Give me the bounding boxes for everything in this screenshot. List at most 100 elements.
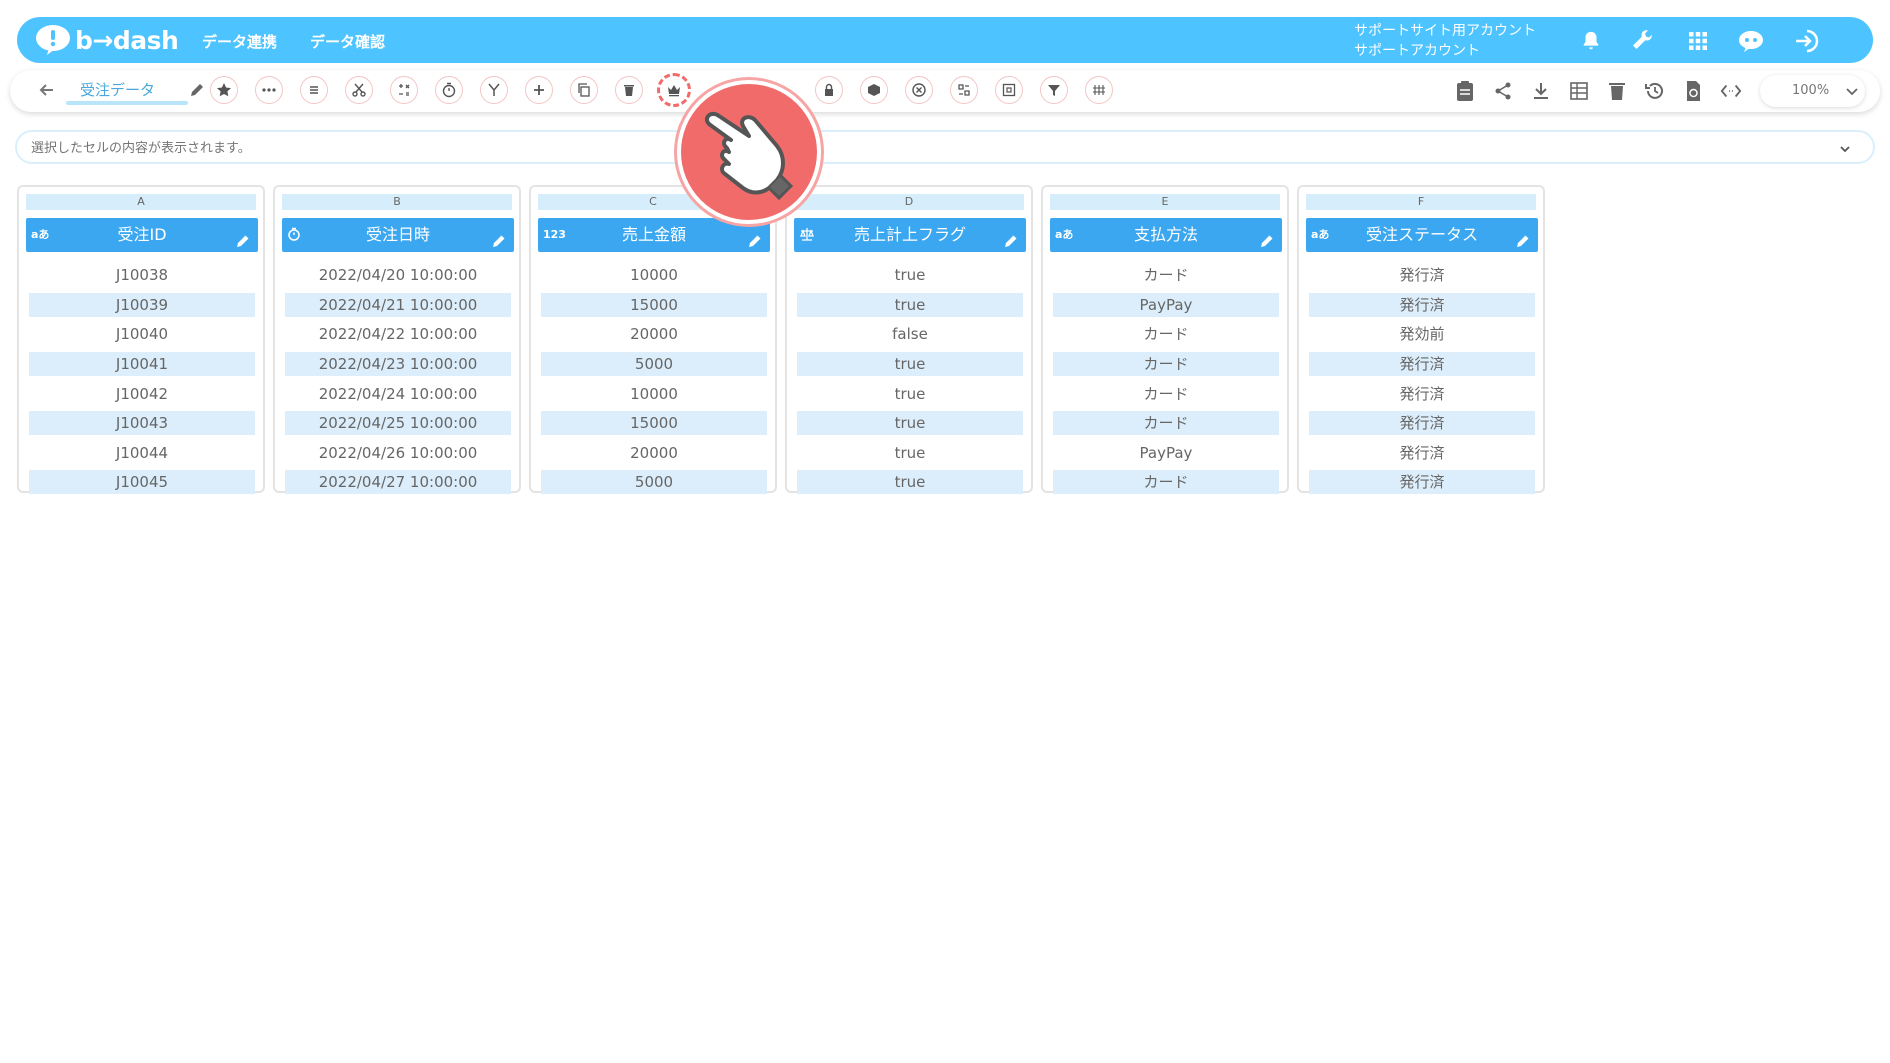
table-cell[interactable]: 2022/04/22 10:00:00 — [285, 322, 511, 346]
edit-column-icon[interactable] — [1515, 227, 1531, 247]
table-cell[interactable]: true — [797, 441, 1023, 465]
edit-column-icon[interactable] — [1003, 227, 1019, 247]
column-letter[interactable]: F — [1306, 194, 1536, 210]
apps-grid-icon[interactable] — [1684, 27, 1712, 55]
table-cell[interactable]: 発行済 — [1309, 263, 1535, 287]
table-icon[interactable] — [1568, 80, 1590, 102]
table-cell[interactable]: true — [797, 263, 1023, 287]
column-header[interactable]: 売上計上フラグ — [794, 218, 1026, 252]
table-cell[interactable]: 2022/04/25 10:00:00 — [285, 411, 511, 435]
table-cell[interactable]: 発行済 — [1309, 441, 1535, 465]
table-cell[interactable]: 2022/04/26 10:00:00 — [285, 441, 511, 465]
column-letter[interactable]: A — [26, 194, 256, 210]
table-cell[interactable]: true — [797, 352, 1023, 376]
chevron-down-icon[interactable] — [1837, 141, 1853, 157]
table-cell[interactable]: 2022/04/21 10:00:00 — [285, 293, 511, 317]
table-cell[interactable]: 15000 — [541, 411, 767, 435]
table-cell[interactable]: true — [797, 293, 1023, 317]
edit-column-icon[interactable] — [747, 227, 763, 247]
filter-icon[interactable] — [1040, 76, 1068, 104]
table-cell[interactable]: 2022/04/27 10:00:00 — [285, 470, 511, 494]
list-icon[interactable] — [300, 76, 328, 104]
logo[interactable]: b→dash — [35, 22, 179, 58]
back-arrow-icon[interactable] — [37, 80, 57, 100]
wrench-icon[interactable] — [1629, 27, 1657, 55]
table-cell[interactable]: PayPay — [1053, 441, 1279, 465]
table-cell[interactable]: 2022/04/24 10:00:00 — [285, 382, 511, 406]
lock-icon[interactable] — [815, 76, 843, 104]
table-cell[interactable]: true — [797, 411, 1023, 435]
table-cell[interactable]: カード — [1053, 382, 1279, 406]
table-cell[interactable]: 発行済 — [1309, 382, 1535, 406]
download-icon[interactable] — [1530, 80, 1552, 102]
history-icon[interactable] — [1644, 80, 1666, 102]
table-cell[interactable]: 20000 — [541, 322, 767, 346]
column-letter[interactable]: B — [282, 194, 512, 210]
table-cell[interactable]: 発効前 — [1309, 322, 1535, 346]
table-cell[interactable]: 20000 — [541, 441, 767, 465]
column-letter[interactable]: D — [794, 194, 1024, 210]
table-cell[interactable]: J10042 — [29, 382, 255, 406]
table-cell[interactable]: カード — [1053, 263, 1279, 287]
table-cell[interactable]: 10000 — [541, 263, 767, 287]
grid-icon[interactable] — [1085, 76, 1113, 104]
table-cell[interactable]: 15000 — [541, 293, 767, 317]
timer-icon[interactable] — [435, 76, 463, 104]
share-icon[interactable] — [1492, 80, 1514, 102]
edit-column-icon[interactable] — [491, 227, 507, 247]
table-cell[interactable]: J10041 — [29, 352, 255, 376]
data-title[interactable]: 受注データ — [80, 79, 155, 100]
table-cell[interactable]: 発行済 — [1309, 293, 1535, 317]
table-cell[interactable]: J10044 — [29, 441, 255, 465]
table-cell[interactable]: カード — [1053, 470, 1279, 494]
table-cell[interactable]: カード — [1053, 322, 1279, 346]
table-cell[interactable]: false — [797, 322, 1023, 346]
edit-title-icon[interactable] — [188, 81, 206, 99]
edit-column-icon[interactable] — [235, 227, 251, 247]
table-cell[interactable]: J10040 — [29, 322, 255, 346]
table-cell[interactable]: true — [797, 470, 1023, 494]
scissors-icon[interactable] — [345, 76, 373, 104]
logout-icon[interactable] — [1793, 27, 1821, 55]
copy-icon[interactable] — [570, 76, 598, 104]
star-icon[interactable] — [210, 76, 238, 104]
table-cell[interactable]: カード — [1053, 352, 1279, 376]
table-cell[interactable]: 発行済 — [1309, 411, 1535, 435]
zoom-select[interactable]: 100% — [1760, 75, 1865, 107]
edit-column-icon[interactable] — [1259, 227, 1275, 247]
cell-content-input[interactable] — [31, 137, 1811, 159]
column-header[interactable]: 123 売上金額 — [538, 218, 770, 252]
column-letter[interactable]: E — [1050, 194, 1280, 210]
more-icon[interactable] — [255, 76, 283, 104]
support-bot-icon[interactable] — [1737, 27, 1765, 55]
replace-icon[interactable] — [950, 76, 978, 104]
table-cell[interactable]: 10000 — [541, 382, 767, 406]
add-icon[interactable] — [525, 76, 553, 104]
table-cell[interactable]: 発行済 — [1309, 352, 1535, 376]
column-header[interactable]: aあ 受注ID — [26, 218, 258, 252]
table-cell[interactable]: 2022/04/20 10:00:00 — [285, 263, 511, 287]
table-cell[interactable]: 発行済 — [1309, 470, 1535, 494]
frame-icon[interactable] — [995, 76, 1023, 104]
close-circle-icon[interactable] — [905, 76, 933, 104]
column-header[interactable]: 受注日時 — [282, 218, 514, 252]
column-header[interactable]: aあ 支払方法 — [1050, 218, 1282, 252]
table-cell[interactable]: カード — [1053, 411, 1279, 435]
table-cell[interactable]: J10039 — [29, 293, 255, 317]
box-icon[interactable] — [860, 76, 888, 104]
delete-icon[interactable] — [1606, 80, 1628, 102]
table-cell[interactable]: J10038 — [29, 263, 255, 287]
clipboard-icon[interactable] — [1454, 80, 1476, 102]
table-cell[interactable]: true — [797, 382, 1023, 406]
table-cell[interactable]: 5000 — [541, 352, 767, 376]
nav-data-check[interactable]: データ確認 — [310, 31, 385, 52]
column-header[interactable]: aあ 受注ステータス — [1306, 218, 1538, 252]
bell-icon[interactable] — [1577, 27, 1605, 55]
table-cell[interactable]: 2022/04/23 10:00:00 — [285, 352, 511, 376]
calc-icon[interactable] — [390, 76, 418, 104]
table-cell[interactable]: 5000 — [541, 470, 767, 494]
table-cell[interactable]: PayPay — [1053, 293, 1279, 317]
code-icon[interactable] — [1720, 80, 1742, 102]
account-info[interactable]: サポートサイト用アカウント サポートアカウント — [1354, 21, 1536, 61]
nav-data-integration[interactable]: データ連携 — [202, 31, 277, 52]
